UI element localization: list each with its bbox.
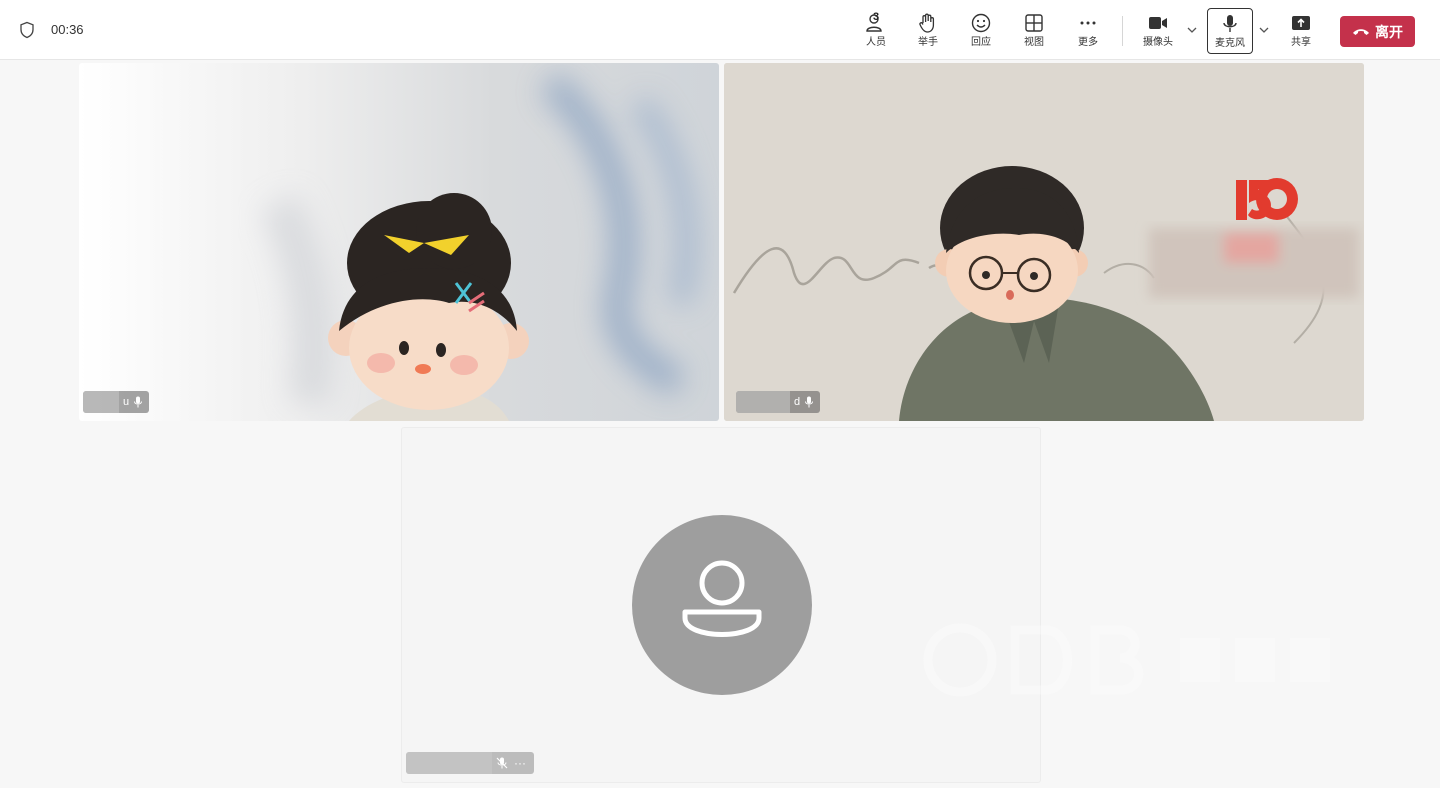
phone-hangup-icon [1353, 28, 1369, 35]
participant-name-suffix: d [794, 396, 801, 408]
raise-hand-label: 举手 [918, 37, 938, 48]
view-button[interactable]: 视图 [1011, 8, 1057, 54]
share-button[interactable]: 共享 [1278, 8, 1324, 54]
person-icon [682, 560, 762, 637]
participant-video-tile-1[interactable]: u [79, 63, 719, 421]
participant-name-blurred [406, 752, 492, 774]
mic-icon [805, 396, 814, 408]
people-label: 人员 [866, 37, 886, 48]
mic-icon [134, 396, 143, 408]
microphone-button[interactable]: 麦克风 [1207, 8, 1253, 54]
participant-name-tag: u [83, 391, 150, 413]
microphone-label: 麦克风 [1215, 38, 1245, 49]
participant-video-feed [79, 63, 719, 421]
participant-video-tile-2[interactable]: d [724, 63, 1364, 421]
mic-icon [1223, 15, 1237, 32]
more-icon [1080, 21, 1096, 25]
more-label: 更多 [1078, 37, 1098, 48]
avatar [632, 515, 812, 695]
leave-label: 离开 [1375, 24, 1403, 41]
leave-button[interactable]: 离开 [1340, 16, 1415, 47]
participant-name-blurred [83, 391, 119, 413]
toolbar-divider [1122, 16, 1123, 46]
shield-icon[interactable] [18, 21, 36, 39]
call-timer: 00:36 [51, 22, 84, 37]
participant-name-tag: d [736, 391, 821, 413]
camera-button[interactable]: 摄像头 [1135, 8, 1181, 54]
camera-options-chevron-down-icon[interactable] [1185, 20, 1199, 40]
more-button[interactable]: 更多 [1065, 8, 1111, 54]
people-count: 3 [873, 11, 880, 23]
share-icon [1292, 16, 1310, 30]
participant-video-tile-3[interactable]: ··· [401, 427, 1041, 783]
meeting-toolbar: 00:36 3 人员 举手 回应 视图 更多 摄像头 麦克风 共享 离开 [0, 0, 1440, 60]
grid-icon [1025, 14, 1043, 32]
camera-icon [1149, 17, 1167, 29]
view-label: 视图 [1024, 37, 1044, 48]
hand-icon [919, 13, 935, 33]
watermark-logo [923, 623, 1330, 697]
mic-muted-icon [496, 757, 508, 769]
share-label: 共享 [1291, 37, 1311, 48]
participant-name-suffix: u [123, 396, 130, 408]
microphone-options-chevron-down-icon[interactable] [1257, 20, 1271, 40]
participant-name-blurred [736, 391, 790, 413]
emoji-icon [971, 13, 991, 33]
participant-more-icon[interactable]: ··· [512, 756, 528, 770]
camera-label: 摄像头 [1143, 37, 1173, 48]
participant-video-feed [724, 63, 1364, 421]
react-label: 回应 [971, 37, 991, 48]
raise-hand-button[interactable]: 举手 [905, 8, 951, 54]
participant-name-tag: ··· [406, 752, 534, 774]
people-button[interactable]: 3 人员 [853, 8, 899, 54]
react-button[interactable]: 回应 [958, 8, 1004, 54]
